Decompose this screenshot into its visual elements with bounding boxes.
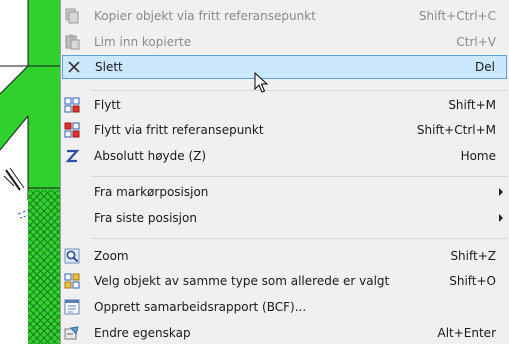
menu-item-shortcut: Ctrl+V xyxy=(456,35,496,49)
menu-item-label: Fra siste posisjon xyxy=(94,211,197,225)
move-reference-icon xyxy=(64,122,80,138)
menu-item-move-via-reference[interactable]: Flytt via fritt referansepunkt Shift+Ctr… xyxy=(61,118,509,142)
bcf-report-icon xyxy=(64,299,80,315)
properties-icon xyxy=(64,325,80,341)
menu-item-select-same-type[interactable]: Velg objekt av samme type som allerede e… xyxy=(61,269,509,293)
menu-separator xyxy=(91,90,507,91)
menu-item-shortcut: Del xyxy=(475,60,495,74)
menu-item-label: Flytt xyxy=(94,98,121,112)
menu-item-shortcut: Shift+Z xyxy=(450,249,496,263)
move-icon xyxy=(64,97,80,113)
menu-item-from-last-position[interactable]: Fra siste posisjon xyxy=(61,206,509,230)
menu-item-delete[interactable]: Slett Del xyxy=(62,55,507,79)
menu-item-label: Absolutt høyde (Z) xyxy=(94,149,207,163)
menu-item-label: Opprett samarbeidsrapport (BCF)... xyxy=(94,300,307,314)
copy-icon xyxy=(64,8,80,24)
select-same-type-icon xyxy=(64,273,80,289)
menu-item-change-property[interactable]: Endre egenskap Alt+Enter xyxy=(61,321,509,345)
drawing-canvas[interactable] xyxy=(0,0,60,344)
menu-item-label: Zoom xyxy=(94,249,129,263)
menu-item-shortcut: Shift+M xyxy=(448,98,496,112)
menu-item-shortcut: Shift+Ctrl+C xyxy=(418,9,496,23)
paste-icon xyxy=(64,34,80,50)
menu-item-label: Flytt via fritt referansepunkt xyxy=(94,123,264,137)
menu-item-shortcut: Shift+O xyxy=(449,274,496,288)
menu-item-from-cursor-position[interactable]: Fra markørposisjon xyxy=(61,180,509,204)
menu-item-paste[interactable]: Lim inn kopierte Ctrl+V xyxy=(61,30,509,54)
menu-item-label: Endre egenskap xyxy=(94,326,191,340)
menu-item-label: Slett xyxy=(95,60,123,74)
menu-item-shortcut: Shift+Ctrl+M xyxy=(416,123,496,137)
zoom-icon xyxy=(64,248,80,264)
menu-item-zoom[interactable]: Zoom Shift+Z xyxy=(61,244,509,268)
submenu-arrow-icon xyxy=(499,188,503,196)
menu-item-copy-via-reference[interactable]: Kopier objekt via fritt referansepunkt S… xyxy=(61,4,509,28)
delete-x-icon xyxy=(66,59,82,75)
menu-separator xyxy=(91,176,507,177)
menu-item-move[interactable]: Flytt Shift+M xyxy=(61,93,509,117)
menu-item-shortcut: Alt+Enter xyxy=(437,326,496,340)
menu-separator xyxy=(91,238,507,239)
hatched-area xyxy=(28,190,60,344)
menu-item-shortcut: Home xyxy=(460,149,496,163)
z-height-icon xyxy=(64,148,80,164)
menu-item-label: Lim inn kopierte xyxy=(94,35,192,49)
menu-item-absolute-height[interactable]: Absolutt høyde (Z) Home xyxy=(61,144,509,168)
menu-item-label: Velg objekt av samme type som allerede e… xyxy=(94,274,390,288)
menu-item-create-bcf-report[interactable]: Opprett samarbeidsrapport (BCF)... xyxy=(61,295,509,319)
mouse-cursor-icon xyxy=(254,72,268,93)
menu-item-label: Fra markørposisjon xyxy=(94,185,209,199)
submenu-arrow-icon xyxy=(499,214,503,222)
menu-item-label: Kopier objekt via fritt referansepunkt xyxy=(94,9,316,23)
context-menu: Kopier objekt via fritt referansepunkt S… xyxy=(60,0,509,344)
